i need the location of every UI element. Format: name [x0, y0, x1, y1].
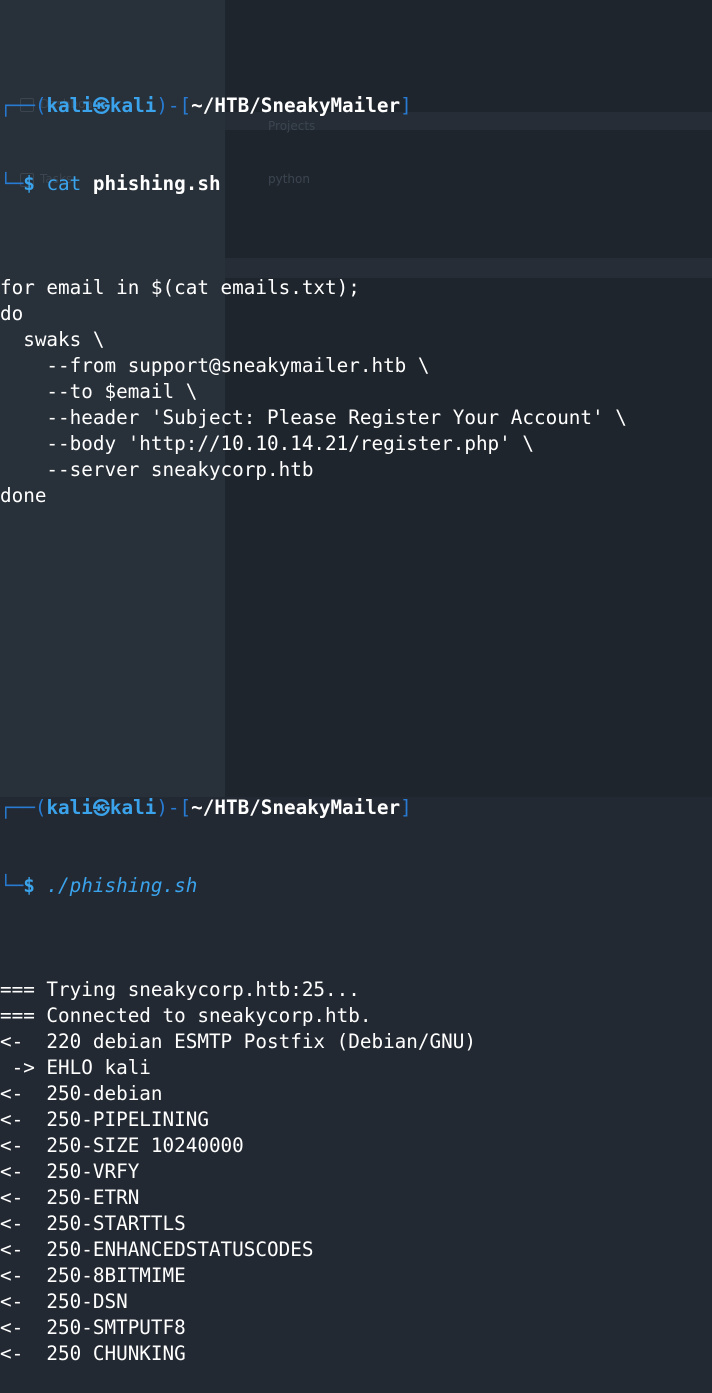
script-contents: for email in $(cat emails.txt); do swaks … — [0, 275, 627, 509]
terminal-output: ┌──(kali㉿kali)-[~/HTB/SneakyMailer] └─$ … — [0, 15, 627, 1393]
script-line: --from support@sneakymailer.htb \ — [0, 354, 430, 377]
prompt-user: kali — [46, 796, 93, 819]
script-line: --server sneakycorp.htb — [0, 458, 314, 481]
script-line: --to $email \ — [0, 380, 198, 403]
output-line: <- 250-SIZE 10240000 — [0, 1134, 244, 1157]
output-line: === Connected to sneakycorp.htb. — [0, 1004, 372, 1027]
smtp-output: === Trying sneakycorp.htb:25... === Conne… — [0, 977, 627, 1367]
script-line: for email in $(cat emails.txt); — [0, 276, 360, 299]
output-line: <- 250-DSN — [0, 1290, 128, 1313]
output-line: <- 250-ENHANCEDSTATUSCODES — [0, 1238, 314, 1261]
script-line: do — [0, 302, 24, 325]
script-line: --header 'Subject: Please Register Your … — [0, 406, 627, 429]
output-line: === Trying sneakycorp.htb:25... — [0, 978, 360, 1001]
prompt-symbol: $ — [23, 874, 35, 897]
output-line: <- 250-VRFY — [0, 1160, 140, 1183]
output-line: <- 250 CHUNKING — [0, 1342, 186, 1365]
prompt-line: ┌──(kali㉿kali)-[~/HTB/SneakyMailer] — [0, 94, 412, 117]
prompt-line: ┌──(kali㉿kali)-[~/HTB/SneakyMailer] — [0, 796, 412, 819]
command-name: ./phishing.sh — [46, 874, 198, 897]
output-line: -> EHLO kali — [0, 1056, 151, 1079]
output-line: <- 250-8BITMIME — [0, 1264, 186, 1287]
script-line: --body 'http://10.10.14.21/register.php'… — [0, 432, 534, 455]
prompt-user: kali — [46, 94, 93, 117]
output-line: <- 250-STARTTLS — [0, 1212, 186, 1235]
script-line: swaks \ — [0, 328, 105, 351]
command-line: └─$ ./phishing.sh — [0, 874, 198, 897]
prompt-host: kali — [109, 796, 157, 819]
output-line: <- 250-SMTPUTF8 — [0, 1316, 186, 1339]
command-name: cat — [46, 172, 82, 195]
output-line: <- 250-debian — [0, 1082, 163, 1105]
script-line: done — [0, 484, 47, 507]
prompt-symbol: $ — [23, 172, 35, 195]
output-line: <- 250-PIPELINING — [0, 1108, 209, 1131]
prompt-path: ~/HTB/SneakyMailer — [191, 796, 401, 819]
kali-skull-icon: ㉿ — [92, 97, 110, 117]
prompt-path: ~/HTB/SneakyMailer — [191, 94, 401, 117]
prompt-host: kali — [109, 94, 157, 117]
command-line: └─$ cat phishing.sh — [0, 172, 221, 195]
output-line: <- 220 debian ESMTP Postfix (Debian/GNU) — [0, 1030, 476, 1053]
output-line: <- 250-ETRN — [0, 1186, 140, 1209]
kali-skull-icon: ㉿ — [92, 799, 110, 819]
command-argument: phishing.sh — [92, 172, 221, 195]
